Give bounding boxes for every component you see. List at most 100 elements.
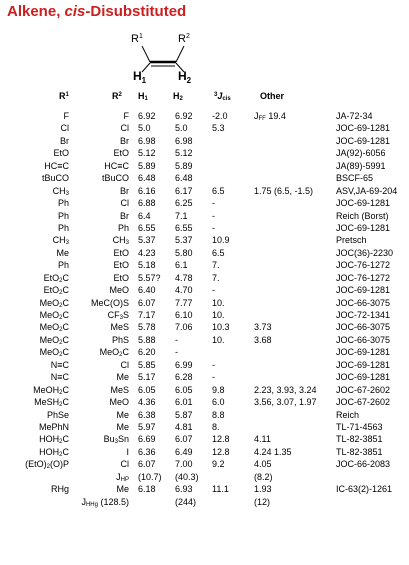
cell-r2: Br — [120, 185, 129, 196]
cell-j: - — [212, 359, 215, 370]
cell-ref: JOC-69-1281 — [336, 135, 391, 146]
cell-r2: Bu3Sn — [103, 434, 129, 446]
cell-ref: JOC-69-1281 — [336, 222, 391, 233]
table-row: F F 6.92 6.92 -2.0 JFF 19.4 JA-72-34 — [0, 111, 409, 123]
cell-h1: 6.40 — [138, 285, 156, 296]
cell-r1: HOH2C — [39, 446, 69, 458]
cis-alkene-structure: R1 R2 H1 H2 — [131, 33, 192, 85]
cell-r1: (EtO)2(O)P — [25, 459, 69, 471]
table-row: MeO2C CF3S 7.17 6.10 10. JOC-72-1341 — [0, 310, 409, 322]
cell-r1: MeO2C — [39, 347, 69, 359]
table-row: Ph EtO 5.18 6.1 7. JOC-76-1272 — [0, 260, 409, 272]
cell-other: JFF 19.4 — [254, 111, 286, 122]
cell-h2: 5.89 — [175, 160, 193, 171]
header-h2: H2 — [173, 91, 183, 102]
cell-j: 6.5 — [212, 247, 225, 258]
cell-j: 6.0 — [212, 397, 225, 408]
cell-ref: JOC(36)-2230 — [336, 247, 394, 258]
cell-h2: 6.01 — [175, 397, 193, 408]
cell-j: 9.2 — [212, 459, 225, 470]
table-row: HOH2C Bu3Sn 6.69 6.07 12.8 4.11 TL-82-3851 — [0, 434, 409, 446]
cell-r1: MeO2C — [39, 310, 69, 321]
cell-h1: 5.0 — [138, 123, 151, 134]
cell-r2: Br — [120, 210, 129, 221]
table-row: EtO EtO 5.12 5.12 JA(92)-6056 — [0, 148, 409, 160]
cell-ref: JOC-69-1281 — [336, 123, 391, 134]
cell-h1: 5.17 — [138, 372, 156, 383]
cell-h2: - — [175, 334, 178, 345]
cell-r1: N≡C — [50, 372, 69, 383]
header-jcis: 3Jcis — [214, 91, 231, 102]
cell-h2: 6.17 — [175, 185, 193, 196]
cell-r2: EtO — [113, 148, 129, 159]
cell-h1: 6.07 — [138, 297, 156, 308]
cell-ref: JOC-69-1281 — [336, 198, 391, 209]
cell-j: 12.8 — [212, 434, 230, 445]
cell-h2: 4.81 — [175, 421, 193, 432]
cell-h2: (244) — [175, 496, 197, 507]
table-header: R1 R2 H1 H2 3Jcis Other — [0, 91, 409, 105]
cell-h2: 5.37 — [175, 235, 193, 246]
h2-label: H2 — [178, 69, 192, 85]
cell-r1: Ph — [57, 260, 69, 271]
cell-r1: F — [63, 111, 70, 121]
cell-r2: EtO — [113, 260, 129, 271]
table-row: EtO2C MeO 6.40 4.70 - JOC-69-1281 — [0, 285, 409, 297]
cell-h2: 6.25 — [175, 198, 193, 209]
cell-r2: Br — [120, 135, 129, 146]
cell-ref: ASV,JA-69-204 — [336, 185, 398, 196]
cell-r1: N≡C — [50, 359, 69, 370]
cell-r1: MePhN — [38, 421, 69, 432]
cell-j: 10. — [212, 334, 225, 345]
cell-h1: 5.97 — [138, 421, 156, 432]
cell-ref: JOC-66-3075 — [336, 334, 391, 345]
cell-other: (12) — [254, 496, 271, 507]
cell-j: - — [212, 372, 215, 383]
data-table: F F 6.92 6.92 -2.0 JFF 19.4 JA-72-34 Cl Cl 5.0 5.0… — [0, 111, 409, 509]
table-row: Ph Br 6.4 7.1 - Reich (Borst) — [0, 211, 409, 223]
cell-h2: 6.98 — [175, 135, 193, 146]
cell-h2: 6.92 — [175, 111, 193, 121]
cell-r2: CH3 — [112, 235, 129, 247]
cell-h2: 4.78 — [175, 272, 193, 283]
cell-ref: Pretsch — [336, 235, 367, 246]
cell-h1: 5.78 — [138, 322, 156, 333]
cell-h1: 6.38 — [138, 409, 156, 420]
table-row: N≡C Me 5.17 6.28 - JOC-69-1281 — [0, 372, 409, 384]
cell-j: 7. — [212, 260, 220, 271]
cell-h2: 7.1 — [175, 210, 188, 221]
cell-r2: EtO — [113, 272, 129, 283]
cell-r2: Cl — [120, 459, 130, 470]
cell-j: - — [212, 222, 215, 233]
cell-r1: MeO2C — [39, 297, 69, 309]
header-other: Other — [260, 91, 285, 101]
table-row: MeOH2C MeS 6.05 6.05 9.8 2.23, 3.93, 3.24 JOC-… — [0, 385, 409, 397]
cell-r2: F — [123, 111, 130, 121]
cell-r2: PhS — [111, 334, 129, 345]
cell-r2: JHP — [116, 471, 129, 483]
cell-ref: JOC-69-1281 — [336, 372, 391, 383]
cell-ref: JOC-66-3075 — [336, 297, 391, 308]
cell-h1: 6.55 — [138, 222, 156, 233]
cell-h2: 5.0 — [175, 123, 188, 134]
cell-h1: 4.23 — [138, 247, 156, 258]
cell-h1: 6.69 — [138, 434, 156, 445]
cell-r2: Cl — [120, 123, 130, 134]
h1-label: H1 — [133, 69, 147, 85]
r2-label: R2 — [178, 33, 190, 45]
cell-r2: CF3S — [107, 310, 129, 321]
cell-h1: 5.37 — [138, 235, 156, 246]
cell-h1: (10.7) — [138, 471, 162, 482]
table-row: MeO2C MeS 5.78 7.06 10.3 3.73 JOC-66-3075 — [0, 322, 409, 334]
cell-h2: 6.48 — [175, 173, 193, 184]
cell-r2: HC≡C — [104, 160, 129, 171]
cell-h2: 6.28 — [175, 372, 193, 383]
header-r2: R2 — [112, 91, 122, 101]
cell-r2: Cl — [120, 359, 130, 370]
cell-other: 4.05 — [254, 459, 272, 470]
cell-r2: MeS — [110, 384, 129, 395]
cell-h1: 6.16 — [138, 185, 156, 196]
cell-j: 8. — [212, 421, 220, 432]
cell-r1: CH3 — [52, 235, 69, 247]
table-row: tBuCO tBuCO 6.48 6.48 BSCF-65 — [0, 173, 409, 185]
